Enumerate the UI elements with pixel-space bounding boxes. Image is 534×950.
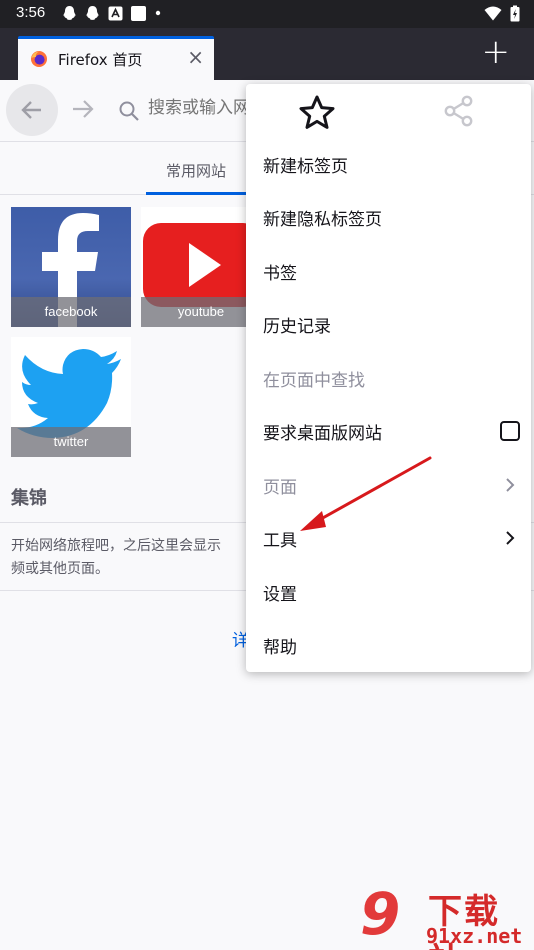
- tab-firefox-home[interactable]: Firefox 首页 ×: [18, 36, 214, 80]
- menu-item-page: 页面: [246, 459, 531, 512]
- menu-item-label: 在页面中查找: [263, 371, 365, 391]
- top-site-facebook[interactable]: facebook: [11, 207, 131, 327]
- status-time: 3:56: [16, 4, 46, 21]
- menu-item-label: 设置: [263, 585, 297, 605]
- menu-item-label: 新建标签页: [263, 157, 348, 177]
- bookmark-star-icon[interactable]: [298, 94, 336, 132]
- overflow-menu: 新建标签页 新建隐私标签页 书签 历史记录 在页面中查找 要求桌面版网站 页面 …: [246, 84, 531, 672]
- back-button[interactable]: [6, 84, 58, 136]
- system-icons: [484, 5, 520, 22]
- chevron-right-icon: [506, 531, 515, 545]
- firefox-logo-icon: [31, 51, 47, 67]
- app-notification-icon: [131, 5, 146, 21]
- search-icon: [119, 101, 139, 121]
- dot-icon: [155, 10, 161, 16]
- forward-button[interactable]: [70, 96, 96, 122]
- site-watermark: 9 下载站 91xz.net: [360, 884, 534, 950]
- menu-item-label: 页面: [263, 478, 297, 498]
- menu-item-new-tab[interactable]: 新建标签页: [246, 138, 531, 191]
- arrow-left-icon: [21, 101, 41, 119]
- notification-icons: [62, 5, 162, 21]
- menu-item-label: 要求桌面版网站: [263, 424, 382, 444]
- wifi-icon: [484, 6, 502, 21]
- menu-action-row: [246, 84, 531, 140]
- menu-item-bookmarks[interactable]: 书签: [246, 245, 531, 298]
- new-tab-button[interactable]: +: [482, 32, 511, 72]
- watermark-site: 91xz.net: [426, 924, 523, 948]
- tile-label: twitter: [11, 427, 131, 457]
- menu-item-find-in-page: 在页面中查找: [246, 352, 531, 405]
- qq-icon: [63, 6, 76, 20]
- menu-item-label: 新建隐私标签页: [263, 210, 382, 230]
- app-notification-icon: [108, 6, 123, 20]
- top-site-twitter[interactable]: twitter: [11, 337, 131, 457]
- tile-label: youtube: [141, 297, 261, 327]
- menu-item-label: 书签: [263, 264, 297, 284]
- search-input[interactable]: [148, 98, 258, 118]
- menu-item-history[interactable]: 历史记录: [246, 298, 531, 351]
- tab-top-sites[interactable]: 常用网站: [146, 143, 246, 195]
- share-icon[interactable]: [442, 94, 476, 128]
- battery-icon: [510, 5, 520, 22]
- tab-title: Firefox 首页: [58, 51, 143, 69]
- menu-item-label: 工具: [263, 531, 297, 551]
- desktop-site-checkbox[interactable]: [500, 421, 520, 441]
- menu-item-tools[interactable]: 工具: [246, 512, 531, 565]
- tile-label: facebook: [11, 297, 131, 327]
- menu-item-new-private-tab[interactable]: 新建隐私标签页: [246, 191, 531, 244]
- menu-item-label: 历史记录: [263, 317, 331, 337]
- chevron-right-icon: [506, 478, 515, 492]
- menu-item-settings[interactable]: 设置: [246, 566, 531, 619]
- top-site-youtube[interactable]: youtube: [141, 207, 261, 327]
- status-bar: 3:56: [0, 0, 534, 28]
- collections-heading: 集锦: [11, 488, 47, 509]
- watermark-mark: 9: [360, 880, 401, 948]
- menu-item-desktop-site[interactable]: 要求桌面版网站: [246, 405, 531, 458]
- menu-item-help[interactable]: 帮助: [246, 619, 531, 672]
- tab-strip: Firefox 首页 × +: [0, 28, 534, 80]
- menu-item-label: 帮助: [263, 638, 297, 658]
- tab-top-sites-label: 常用网站: [166, 162, 227, 180]
- qq-icon: [86, 6, 99, 20]
- close-tab-button[interactable]: ×: [187, 45, 204, 69]
